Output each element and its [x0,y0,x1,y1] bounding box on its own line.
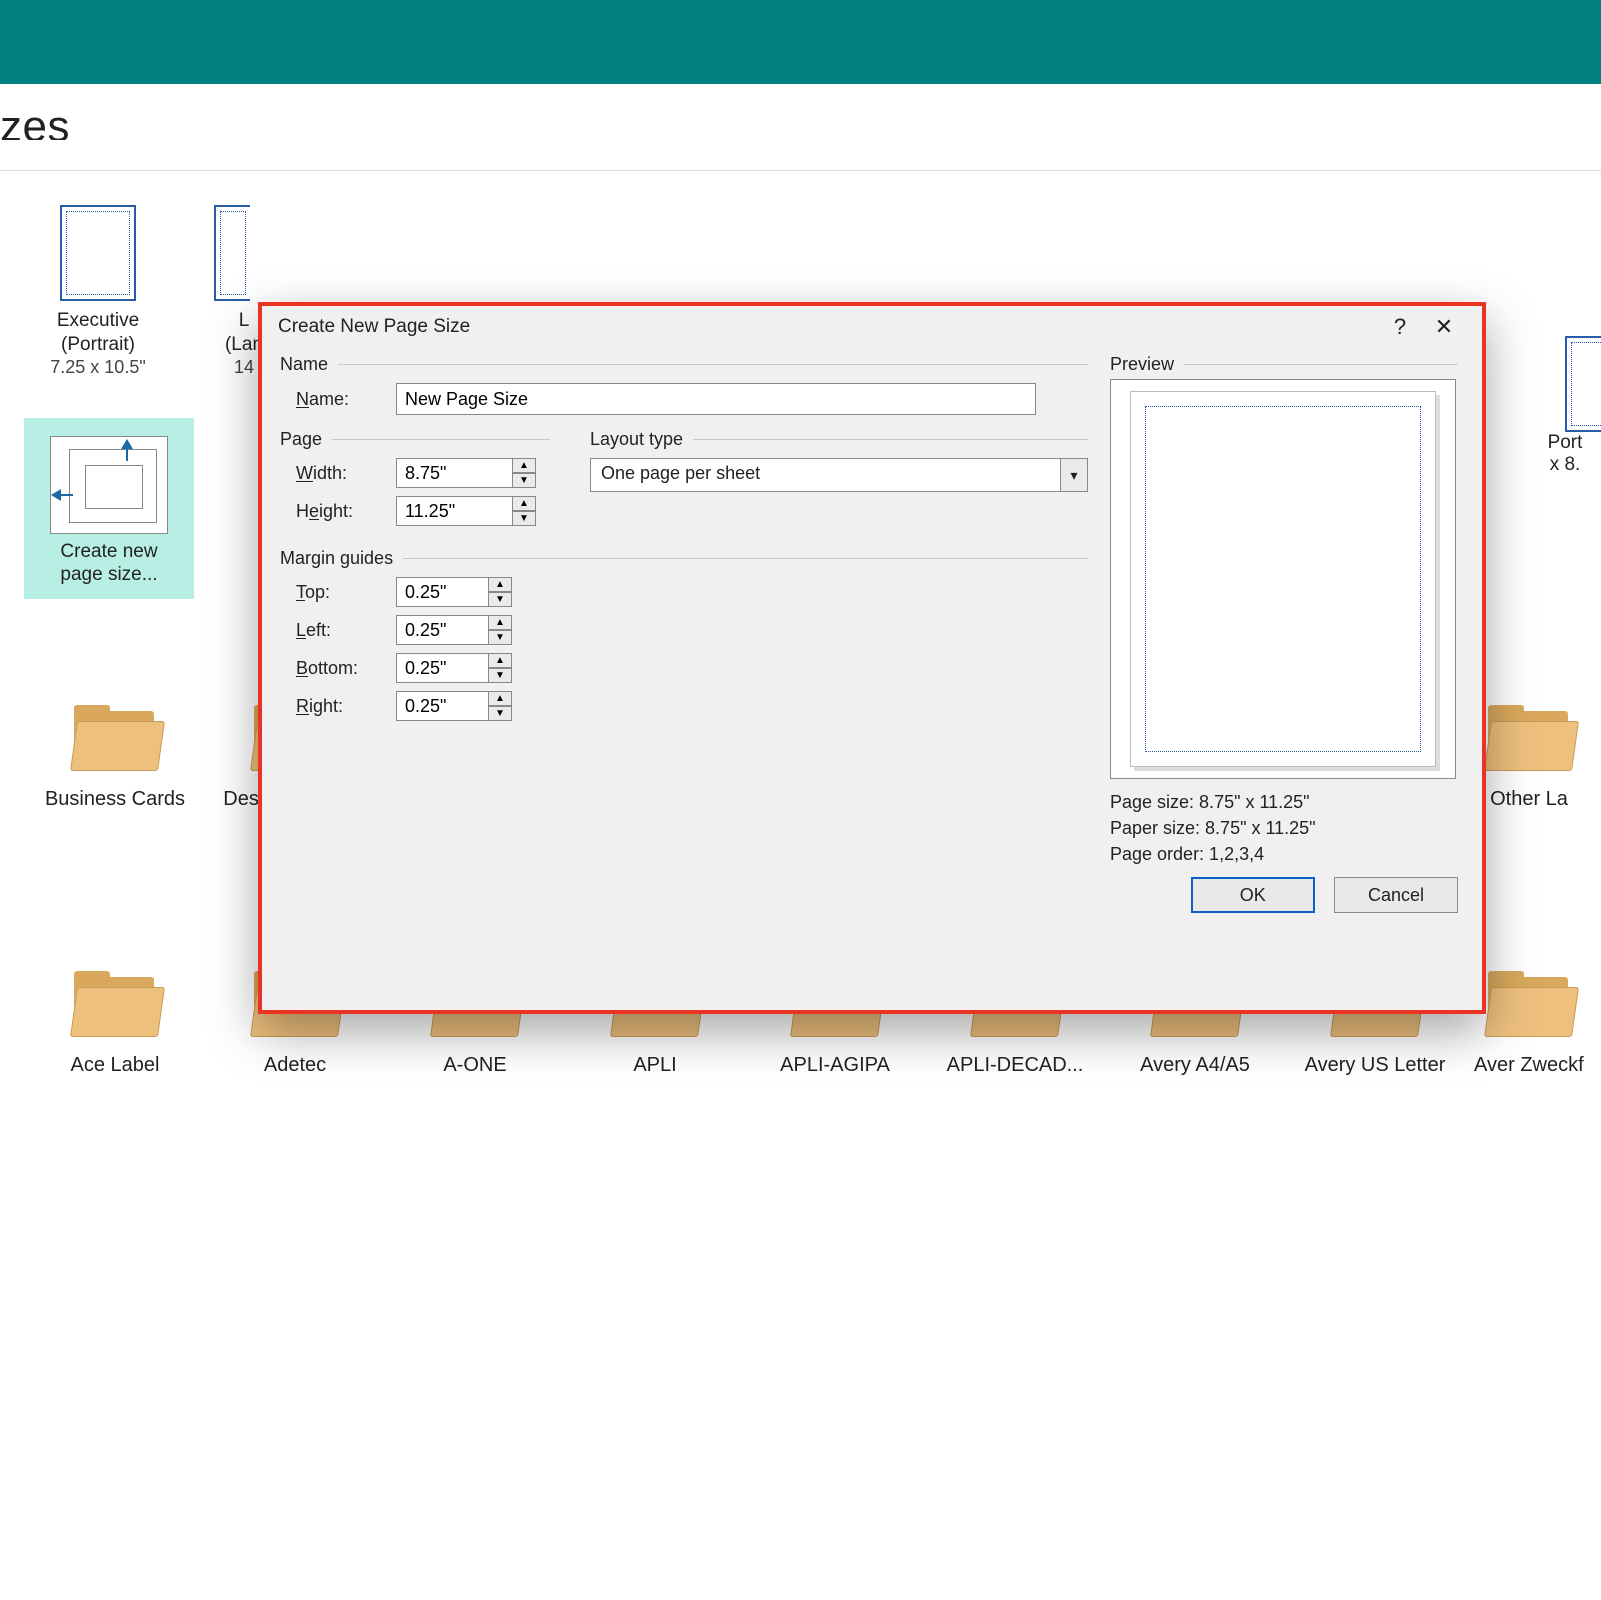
template-size: 7.25 x 10.5" [34,357,162,378]
height-up[interactable]: ▲ [512,496,536,511]
margins-section-title: Margin guides [280,548,1088,569]
page-title: zes [0,102,1601,140]
folder-label: A-ONE [394,1053,556,1077]
template-label: Port [1529,432,1601,454]
folder-business-cards[interactable]: Business Cards [34,705,196,811]
folder-label: Avery US Letter [1294,1053,1456,1077]
name-input[interactable] [396,383,1036,415]
folder-icon [70,971,160,1043]
bottom-spinner[interactable]: ▲▼ [396,653,512,683]
chevron-down-icon[interactable]: ▾ [1060,458,1088,492]
folder-other-labels[interactable]: Other La [1474,705,1584,811]
layout-value: One page per sheet [590,458,1060,492]
template-size: x 8. [1529,454,1601,476]
folder-label: Business Cards [34,787,196,811]
width-label: Width: [296,463,382,484]
folder-icon [1484,705,1574,777]
folder-label: Aver Zweckfo [1474,1053,1584,1077]
preview-box [1110,379,1456,779]
template-thumb [214,205,250,301]
create-new-page-size-tile[interactable]: Create new page size... [24,418,194,600]
left-up[interactable]: ▲ [488,615,512,630]
page-size-info: Page size: 8.75" x 11.25" [1110,789,1458,815]
page-title-area: zes [0,84,1601,140]
create-new-thumb [50,436,168,534]
name-fieldset: Name Name: [280,354,1088,415]
folder-label: Other La [1474,787,1584,811]
dialog-title: Create New Page Size [278,316,1378,338]
ribbon-bar [0,0,1601,84]
preview-margin [1145,406,1421,752]
create-label-2: page size... [32,563,186,587]
create-label-1: Create new [32,540,186,564]
layout-select[interactable]: One page per sheet ▾ [590,458,1088,492]
left-label: Left: [296,620,382,641]
right-spinner[interactable]: ▲▼ [396,691,512,721]
preview-page [1130,391,1436,767]
page-section-title: Page [280,429,550,450]
top-spinner[interactable]: ▲▼ [396,577,512,607]
folder-label: APLI-AGIPA [754,1053,916,1077]
height-spinner[interactable]: ▲▼ [396,496,536,526]
left-input[interactable] [396,615,488,645]
folder-label: APLI-DECAD... [934,1053,1096,1077]
height-input[interactable] [396,496,512,526]
bottom-down[interactable]: ▼ [488,668,512,683]
top-up[interactable]: ▲ [488,577,512,592]
right-label: Right: [296,696,382,717]
name-label: Name: [296,389,382,410]
template-label: Executive [34,309,162,333]
folder-label: APLI [574,1053,736,1077]
bottom-up[interactable]: ▲ [488,653,512,668]
bottom-input[interactable] [396,653,488,683]
ok-button[interactable]: OK [1191,877,1315,913]
folder-ace-label[interactable]: Ace Label [34,971,196,1077]
bottom-label: Bottom: [296,658,382,679]
top-label: Top: [296,582,382,603]
height-down[interactable]: ▼ [512,511,536,526]
template-cut-right[interactable]: Port x 8. [1529,336,1601,476]
top-down[interactable]: ▼ [488,592,512,607]
template-thumb [60,205,136,301]
create-page-size-dialog: Create New Page Size ? ✕ Name Name: Page… [258,302,1486,1014]
layout-section-title: Layout type [590,429,1088,450]
template-executive[interactable]: Executive (Portrait) 7.25 x 10.5" [34,205,162,378]
preview-section-title: Preview [1110,354,1458,375]
folder-avery-zweckform[interactable]: Aver Zweckfo [1474,971,1584,1077]
right-down[interactable]: ▼ [488,706,512,721]
margins-fieldset: Margin guides Top: ▲▼ Left: ▲▼ Bottom: ▲… [280,548,1088,721]
folder-icon [70,705,160,777]
folder-label: Ace Label [34,1053,196,1077]
page-order-info: Page order: 1,2,3,4 [1110,841,1458,867]
width-up[interactable]: ▲ [512,458,536,473]
top-input[interactable] [396,577,488,607]
height-label: Height: [296,501,382,522]
folder-label: Avery A4/A5 [1114,1053,1276,1077]
folder-icon [1484,971,1574,1043]
dialog-titlebar[interactable]: Create New Page Size ? ✕ [262,306,1482,348]
paper-size-info: Paper size: 8.75" x 11.25" [1110,815,1458,841]
right-input[interactable] [396,691,488,721]
width-input[interactable] [396,458,512,488]
help-button[interactable]: ? [1378,306,1422,348]
left-spinner[interactable]: ▲▼ [396,615,512,645]
width-spinner[interactable]: ▲▼ [396,458,536,488]
close-button[interactable]: ✕ [1422,306,1466,348]
right-up[interactable]: ▲ [488,691,512,706]
name-section-title: Name [280,354,1088,375]
layout-fieldset: Layout type One page per sheet ▾ [590,429,1088,492]
cancel-button[interactable]: Cancel [1334,877,1458,913]
folder-label: Adetec [214,1053,376,1077]
page-fieldset: Page Width: ▲▼ Height: ▲▼ [280,429,550,534]
width-down[interactable]: ▼ [512,473,536,488]
template-label-2: (Portrait) [34,333,162,357]
left-down[interactable]: ▼ [488,630,512,645]
